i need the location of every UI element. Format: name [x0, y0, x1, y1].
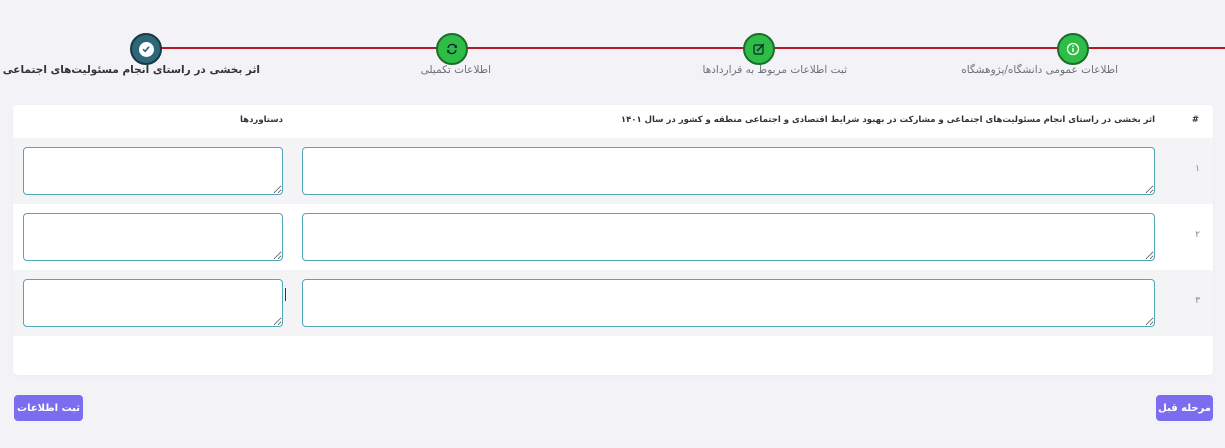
column-achievements-header: دستاوردها	[239, 115, 283, 125]
achievements-textarea[interactable]	[23, 147, 283, 195]
edit-icon	[753, 43, 765, 55]
row-number: ۳	[1195, 296, 1200, 306]
step-2-circle[interactable]	[743, 33, 775, 65]
info-icon	[1066, 42, 1080, 56]
column-number-header: #	[1191, 115, 1199, 125]
effectiveness-textarea[interactable]	[302, 279, 1155, 327]
achievements-textarea[interactable]	[23, 213, 283, 261]
check-icon	[142, 46, 150, 53]
step-4-circle[interactable]	[130, 33, 162, 65]
table-row: ۱	[13, 138, 1213, 204]
effectiveness-table: # اثر بخشی در راستای انجام مسئولیت‌های ا…	[13, 105, 1213, 375]
text-cursor	[285, 288, 286, 301]
step-1-label: اطلاعات عمومی دانشگاه/پژوهشگاه	[961, 64, 1118, 76]
achievements-textarea[interactable]	[23, 279, 283, 327]
table-header: # اثر بخشی در راستای انجام مسئولیت‌های ا…	[13, 105, 1213, 138]
table-row: ۳	[13, 270, 1213, 336]
submit-button[interactable]: ثبت اطلاعات	[14, 395, 83, 421]
row-number: ۲	[1195, 230, 1200, 240]
step-2-label: ثبت اطلاعات مربوط به قراردادها	[702, 64, 847, 76]
column-main-header: اثر بخشی در راستای انجام مسئولیت‌های اجت…	[620, 115, 1155, 125]
stepper: اطلاعات عمومی دانشگاه/پژوهشگاه ثبت اطلاع…	[0, 0, 1225, 100]
table-row: ۲	[13, 204, 1213, 270]
step-4-label: اثر بخشی در راستای انجام مسئولیت‌های اجت…	[2, 64, 260, 76]
refresh-icon	[447, 43, 457, 55]
row-number: ۱	[1195, 164, 1200, 174]
effectiveness-textarea[interactable]	[302, 147, 1155, 195]
step-3-circle[interactable]	[436, 33, 468, 65]
step-3-label: اطلاعات تکمیلی	[420, 64, 491, 76]
effectiveness-textarea[interactable]	[302, 213, 1155, 261]
step-1-circle[interactable]	[1057, 33, 1089, 65]
previous-step-button[interactable]: مرحله قبل	[1156, 395, 1213, 421]
